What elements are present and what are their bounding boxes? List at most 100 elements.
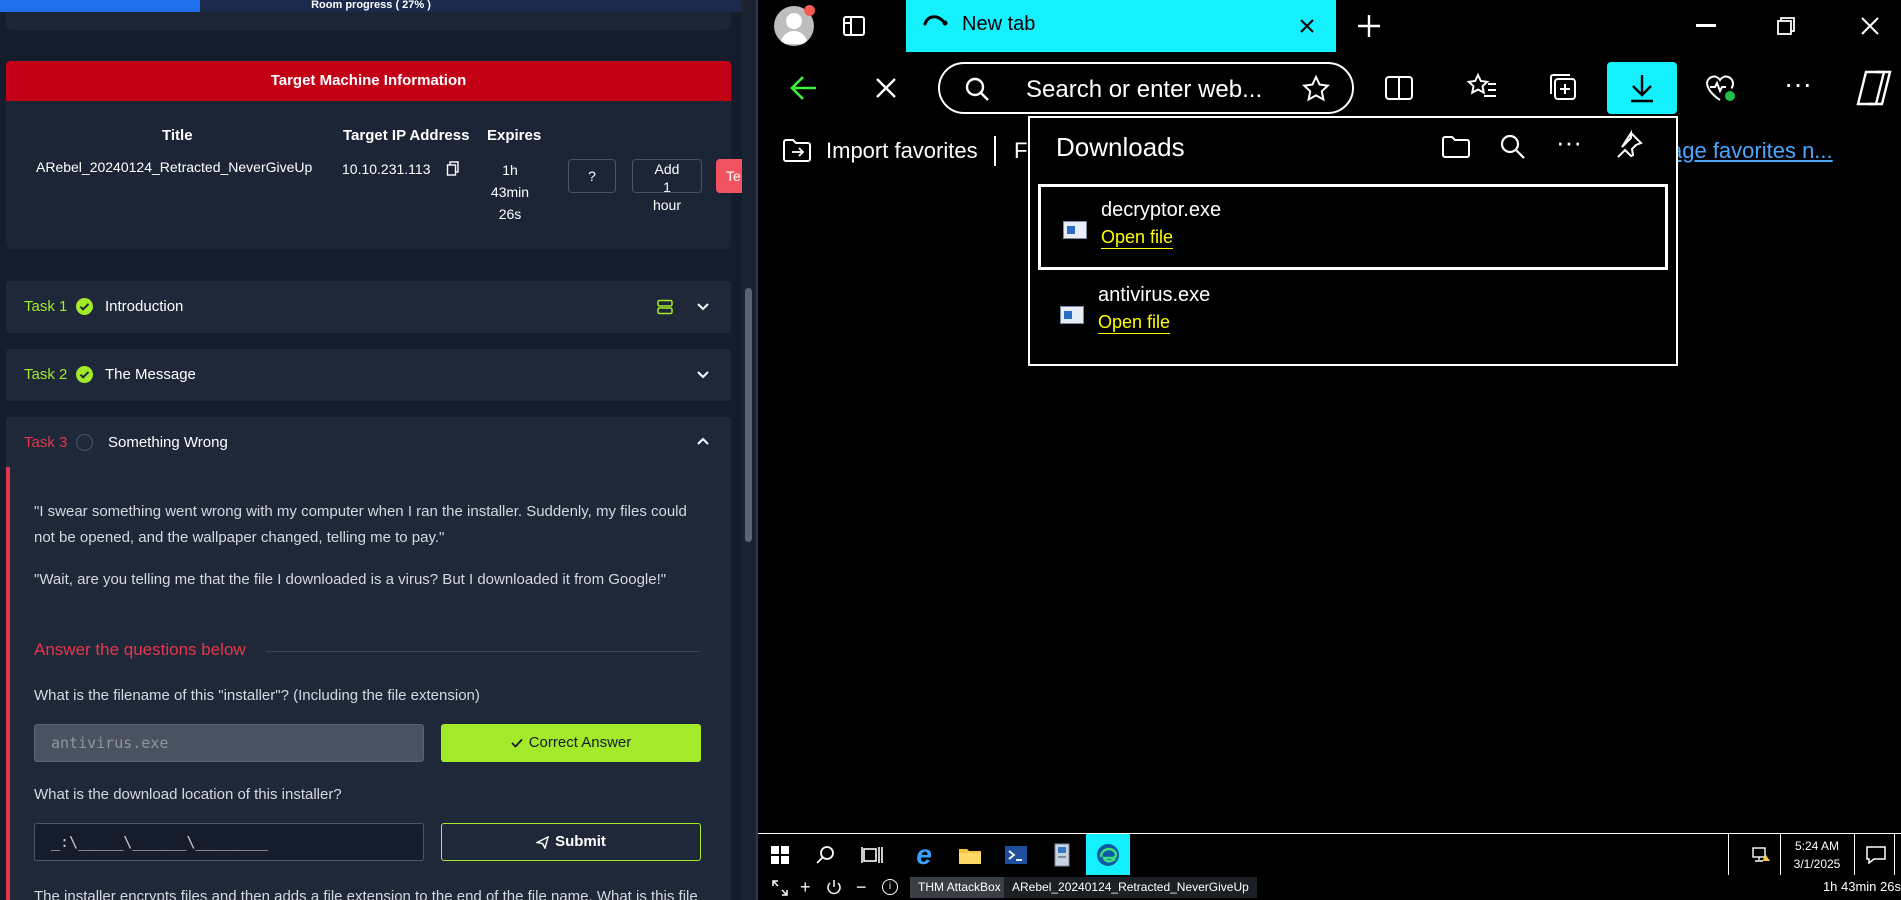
browser-essentials-icon[interactable] [1704,72,1738,104]
chevron-down-icon[interactable] [693,364,713,384]
target-ip-value: 10.10.231.113 [342,161,431,177]
task-number: Task 3 [24,434,68,451]
title-bar: New tab [758,0,1901,52]
file-explorer-icon[interactable] [948,834,992,876]
attackbox-status-bar: + − i THM AttackBox ARebel_20240124_Retr… [758,875,1901,900]
close-tab-icon[interactable] [1297,16,1317,36]
task-3-paragraph-2: "Wait, are you telling me that the file … [34,571,667,588]
chevron-up-icon[interactable] [693,432,713,452]
help-button[interactable]: ? [568,159,616,193]
download-item[interactable]: decryptor.exe Open file [1038,184,1668,270]
close-window-icon[interactable] [1860,16,1880,36]
terminate-button[interactable]: Te [716,159,742,193]
minimize-icon[interactable] [1696,24,1716,27]
more-options-icon[interactable]: ··· [1783,70,1813,102]
attackbox-tab[interactable]: THM AttackBox [910,877,1009,898]
expires-column-header: Expires [487,127,542,144]
expires-value: 1h 43min 26s [484,159,536,225]
session-timer: 1h 43min 26s [1822,879,1901,894]
downloads-button[interactable] [1607,62,1677,114]
notification-dot [804,5,815,16]
start-icon[interactable] [758,834,802,876]
add-hour-line-2: 1 [663,179,671,195]
active-tab[interactable]: New tab [906,0,1336,52]
task-1-header[interactable]: Task 1 Introduction [6,281,731,333]
clock[interactable]: 5:24 AM 3/1/2025 [1784,837,1850,873]
copilot-icon[interactable] [1852,66,1896,110]
target-machine-info: Title Target IP Address Expires ARebel_2… [6,101,742,249]
manage-favorites-link[interactable]: age favorites n... [1670,138,1833,164]
internet-explorer-icon[interactable]: e [902,834,946,876]
target-machine-header: Target Machine Information [6,61,731,101]
address-bar[interactable]: Search or enter web... [938,62,1354,114]
task-2-header[interactable]: Task 2 The Message [6,349,731,401]
favorite-star-icon[interactable] [1302,75,1330,103]
room-panel: Room progress ( 27% ) Target Machine Inf… [0,0,742,900]
answer-heading: Answer the questions below [34,640,246,659]
check-circle-icon [76,298,93,315]
stop-loading-icon[interactable] [874,76,898,100]
task-3-header[interactable]: Task 3 Something Wrong [6,417,731,469]
executable-file-icon [1063,221,1087,239]
taskbar-search-icon[interactable] [804,834,848,876]
paragraph-line: "I swear something went wrong with my co… [34,503,687,520]
answer-1-input[interactable]: antivirus.exe [34,724,424,762]
network-icon[interactable] [1746,834,1776,876]
search-downloads-icon[interactable] [1498,132,1528,162]
download-item[interactable]: antivirus.exe Open file [1038,272,1668,358]
task-title: The Message [105,366,196,383]
executable-file-icon [1060,306,1084,324]
question-1: What is the filename of this "installer"… [34,687,480,704]
check-circle-icon [76,366,93,383]
correct-answer-button[interactable]: Correct Answer [441,724,701,762]
edge-taskbar-icon[interactable] [1086,834,1130,876]
tab-actions-icon[interactable] [842,14,866,38]
clock-time: 5:24 AM [1794,839,1840,853]
check-icon [511,738,523,748]
downloads-title: Downloads [1056,132,1185,162]
tab-title: New tab [962,13,1036,35]
power-icon[interactable] [826,879,842,895]
tray-separator [1780,834,1781,876]
new-tab-icon[interactable] [1355,12,1383,40]
pin-icon[interactable] [1614,130,1644,162]
ip-column-header: Target IP Address [343,127,470,144]
browser-window: New tab Search or enter web... ··· Impor… [758,0,1901,900]
title-column-header: Title [162,127,193,144]
add-icon[interactable]: + [800,877,811,898]
expires-seconds: 26s [498,206,522,222]
answer-2-input[interactable]: _:\_____\______\________ [34,823,424,861]
split-screen-icon[interactable] [1384,74,1414,102]
submit-button[interactable]: Submit [441,823,701,861]
chevron-down-icon[interactable] [693,296,713,316]
powershell-icon[interactable] [994,834,1038,876]
action-center-icon[interactable] [1858,834,1894,876]
circle-icon [76,434,93,451]
open-file-link[interactable]: Open file [1101,227,1174,249]
task-title: Something Wrong [108,434,228,451]
fullscreen-icon[interactable] [772,880,788,896]
windows-taskbar: e 5:24 AM 3/1/2025 [758,833,1901,876]
task-number: Task 2 [24,366,68,383]
loading-icon [922,12,950,32]
info-icon[interactable]: i [882,879,898,895]
target-machine-tab[interactable]: ARebel_20240124_Retracted_NeverGiveUp [1004,877,1257,898]
open-file-link[interactable]: Open file [1098,312,1171,334]
more-downloads-options-icon[interactable]: ··· [1554,129,1584,162]
add-hour-button[interactable]: Add 1 hour [632,159,702,213]
favorites-icon[interactable] [1466,72,1498,102]
expires-minutes: 43min [490,184,530,200]
add-hour-line-3: hour [652,197,682,213]
copy-ip-icon[interactable] [446,161,460,177]
collections-icon[interactable] [1548,72,1578,102]
import-favorites-link[interactable]: Import favorites [826,138,978,164]
back-arrow-icon[interactable] [788,72,820,104]
control-panel-icon[interactable] [1040,834,1084,876]
favorites-separator [994,136,996,166]
minus-icon[interactable]: − [856,877,867,898]
scrollbar-thumb[interactable] [745,288,752,542]
server-icon[interactable] [657,299,673,315]
open-folder-icon[interactable] [1440,132,1472,162]
restore-icon[interactable] [1776,16,1796,36]
task-view-icon[interactable] [850,834,894,876]
